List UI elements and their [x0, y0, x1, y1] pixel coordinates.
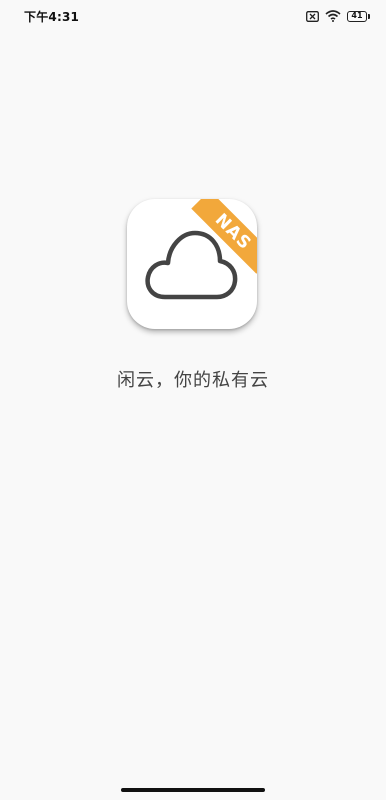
- battery-icon: 41: [347, 10, 370, 22]
- splash-screen: 下午4:31 41 NAS 闲云，你的私有云: [0, 0, 386, 800]
- status-bar: 下午4:31 41: [0, 0, 386, 32]
- home-indicator[interactable]: [121, 788, 265, 792]
- battery-tip: [368, 13, 370, 19]
- sim-none-icon: [306, 10, 319, 22]
- status-time: 下午4:31: [24, 10, 80, 24]
- battery-level: 41: [347, 10, 367, 22]
- status-icons: 41: [306, 8, 370, 24]
- app-tagline: 闲云，你的私有云: [117, 370, 269, 391]
- wifi-icon: [325, 10, 341, 22]
- app-logo: NAS: [127, 199, 257, 329]
